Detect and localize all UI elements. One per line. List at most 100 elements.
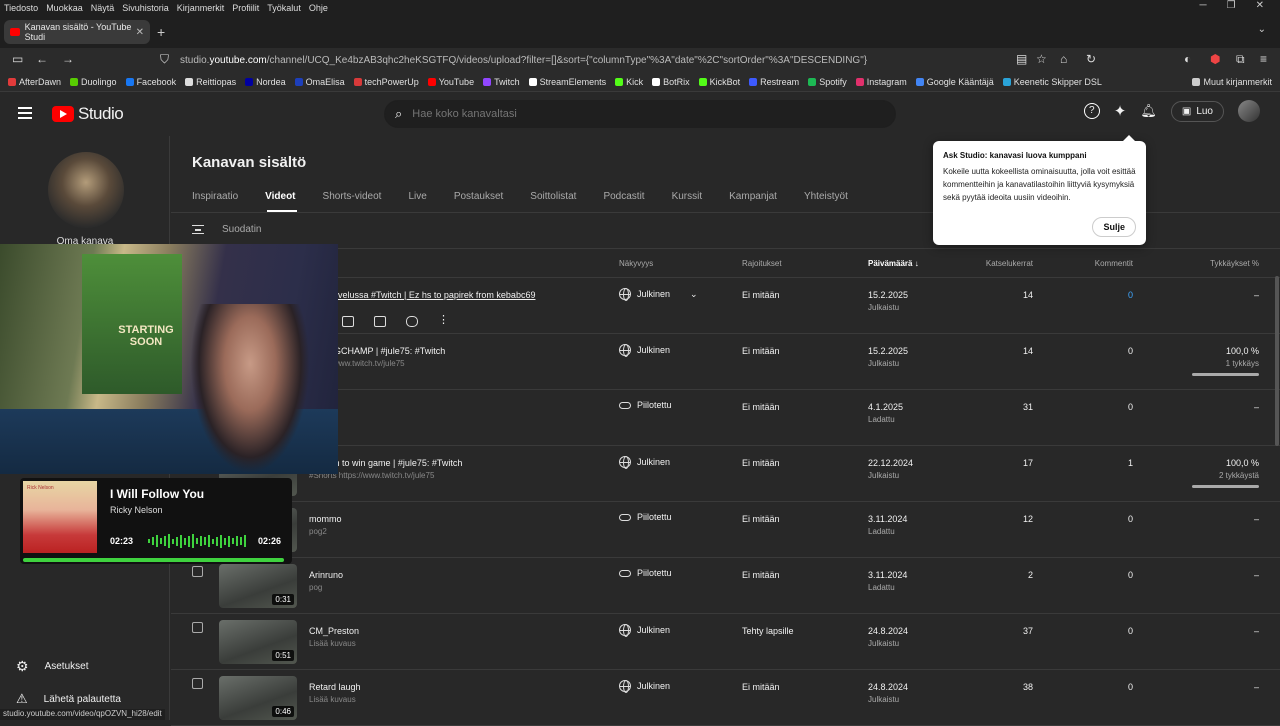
menu-item[interactable]: Muokkaa bbox=[46, 3, 83, 13]
bookmark[interactable]: AfterDawn bbox=[8, 77, 61, 87]
forward-icon[interactable]: → bbox=[62, 52, 74, 66]
visibility-cell[interactable]: Piilotettu bbox=[619, 512, 672, 522]
visibility-cell[interactable]: Piilotettu bbox=[619, 400, 672, 410]
channel-avatar[interactable] bbox=[48, 152, 124, 228]
menu-item[interactable]: Tiedosto bbox=[4, 3, 38, 13]
bookmark[interactable]: Spotify bbox=[808, 77, 847, 87]
extension-icon[interactable]: ◐ bbox=[1184, 52, 1191, 66]
bookmark[interactable]: KickBot bbox=[698, 77, 740, 87]
back-icon[interactable]: ← bbox=[36, 52, 48, 66]
table-row[interactable]: mommo pog2 Piilotettu Ei mitään 3.11.2024 Lad… bbox=[171, 502, 1280, 558]
tab-posts[interactable]: Postaukset bbox=[454, 191, 503, 202]
video-title[interactable]: mommo bbox=[309, 514, 342, 524]
bookmark[interactable]: Reittiopas bbox=[185, 77, 236, 87]
tab-inspiration[interactable]: Inspiraatio bbox=[192, 191, 238, 202]
video-thumbnail[interactable]: 0:31 bbox=[219, 564, 297, 608]
more-options-icon[interactable]: ⋮ bbox=[438, 315, 450, 327]
bookmark[interactable]: Restream bbox=[749, 77, 799, 87]
help-icon[interactable]: ? bbox=[1083, 103, 1100, 119]
menu-item[interactable]: Sivuhistoria bbox=[122, 3, 169, 13]
visibility-cell[interactable]: Piilotettu bbox=[619, 568, 672, 578]
bookmark[interactable]: Nordea bbox=[245, 77, 286, 87]
shield-icon[interactable]: ⛉ bbox=[160, 52, 169, 67]
tab-shorts[interactable]: Shorts-videot bbox=[323, 191, 382, 202]
comments-icon[interactable] bbox=[374, 316, 386, 327]
row-checkbox[interactable] bbox=[192, 678, 203, 689]
ublock-icon[interactable]: ⬢ bbox=[1210, 52, 1220, 66]
video-thumbnail[interactable]: 0:51 bbox=[219, 620, 297, 664]
visibility-cell[interactable]: Julkinen bbox=[619, 456, 670, 469]
tab-promotions[interactable]: Kampanjat bbox=[729, 191, 777, 202]
bookmark[interactable]: Instagram bbox=[855, 77, 907, 87]
menu-item[interactable]: Profiilit bbox=[232, 3, 259, 13]
create-button[interactable]: ▣ Luo bbox=[1170, 100, 1224, 122]
bookmark[interactable]: Keenetic Skipper DSL bbox=[1002, 77, 1102, 87]
youtube-play-icon[interactable] bbox=[406, 316, 418, 327]
video-title[interactable]: k23 palvelussa #Twitch | Ez hs to papire… bbox=[309, 290, 535, 300]
extensions-icon[interactable]: ⧉ bbox=[1236, 52, 1245, 67]
close-window-icon[interactable]: ✕ bbox=[1256, 0, 1264, 11]
analytics-icon[interactable] bbox=[342, 316, 354, 327]
bookmark[interactable]: techPowerUp bbox=[353, 77, 419, 87]
notifications-bell-icon[interactable]: 🔔︎ bbox=[1140, 103, 1157, 119]
column-likes[interactable]: Tykkäykset % bbox=[1181, 259, 1259, 268]
minimize-icon[interactable]: ─ bbox=[1200, 0, 1207, 11]
tab-videos[interactable]: Videot bbox=[265, 191, 295, 202]
filter-bar[interactable]: Suodatin bbox=[192, 224, 261, 235]
row-checkbox[interactable] bbox=[192, 566, 203, 577]
menu-item[interactable]: Ohje bbox=[309, 3, 328, 13]
search-bar[interactable]: ⌕ bbox=[384, 100, 896, 128]
tab-collaborations[interactable]: Yhteistyöt bbox=[804, 191, 848, 202]
column-date[interactable]: Päivämäärä ↓ bbox=[868, 259, 919, 268]
bookmark[interactable]: OmaElisa bbox=[294, 77, 345, 87]
tab-list-icon[interactable]: ⌄ bbox=[1258, 24, 1266, 35]
new-tab-icon[interactable]: + bbox=[157, 24, 165, 40]
bookmark[interactable]: StreamElements bbox=[528, 77, 606, 87]
menu-item[interactable]: Näytä bbox=[91, 3, 115, 13]
menu-item[interactable]: Kirjanmerkit bbox=[177, 3, 225, 13]
menu-item[interactable]: Työkalut bbox=[267, 3, 301, 13]
visibility-cell[interactable]: Julkinen ⌄ bbox=[619, 288, 698, 301]
video-title[interactable]: Retard laugh bbox=[309, 682, 361, 692]
tab-playlists[interactable]: Soittolistat bbox=[530, 191, 576, 202]
column-comments[interactable]: Kommentit bbox=[1061, 259, 1133, 268]
table-row[interactable]: 0:31 Arinruno pog Piilotettu Ei mitään 3.11.2… bbox=[171, 558, 1280, 614]
column-restrictions[interactable]: Rajoitukset bbox=[742, 259, 782, 268]
video-title[interactable]: Arinruno bbox=[309, 570, 343, 580]
bookmark-star-icon[interactable]: ☆ bbox=[1036, 52, 1047, 66]
table-row[interactable]: 0:51 CM_Preston Lisää kuvaus Julkinen Tehty … bbox=[171, 614, 1280, 670]
bookmark[interactable]: Google Kääntäjä bbox=[915, 77, 994, 87]
sidebar-toggle-icon[interactable]: ▭ bbox=[12, 52, 23, 66]
row-checkbox[interactable] bbox=[192, 622, 203, 633]
studio-logo[interactable]: Studio bbox=[52, 104, 124, 124]
bookmark[interactable]: Kick bbox=[615, 77, 643, 87]
reload-icon[interactable]: ↻ bbox=[1086, 52, 1096, 66]
bookmark[interactable]: Twitch bbox=[483, 77, 520, 87]
browser-tab[interactable]: Kanavan sisältö - YouTube Studi ✕ bbox=[4, 20, 150, 44]
other-bookmarks[interactable]: Muut kirjanmerkit bbox=[1192, 77, 1272, 87]
search-input[interactable] bbox=[412, 108, 853, 120]
visibility-cell[interactable]: Julkinen bbox=[619, 624, 670, 637]
reader-icon[interactable]: ▤ bbox=[1016, 52, 1027, 66]
visibility-cell[interactable]: Julkinen bbox=[619, 344, 670, 357]
close-tab-icon[interactable]: ✕ bbox=[136, 27, 144, 38]
address-bar[interactable]: studio. youtube.com/channel/UCQ_Ke4bzAB3q… bbox=[180, 50, 1000, 70]
column-visibility[interactable]: Näkyvyys bbox=[619, 259, 653, 268]
home-icon[interactable]: ⌂ bbox=[1060, 52, 1067, 66]
ask-studio-sparkle-icon[interactable]: ✦ bbox=[1114, 102, 1127, 120]
tab-live[interactable]: Live bbox=[408, 191, 426, 202]
tab-podcasts[interactable]: Podcastit bbox=[603, 191, 644, 202]
menu-icon[interactable]: ≡ bbox=[1260, 52, 1267, 66]
table-row[interactable]: 0:46 Retard laugh Lisää kuvaus Julkinen Ei m… bbox=[171, 670, 1280, 726]
bookmark[interactable]: Facebook bbox=[125, 77, 176, 87]
scrollbar[interactable] bbox=[1275, 276, 1279, 446]
bookmark[interactable]: Duolingo bbox=[70, 77, 117, 87]
maximize-icon[interactable]: ❐ bbox=[1227, 0, 1236, 11]
sidebar-item-feedback[interactable]: ⚠ Lähetä palautetta bbox=[16, 691, 121, 707]
bookmark[interactable]: YouTube bbox=[427, 77, 474, 87]
video-thumbnail[interactable]: 0:46 bbox=[219, 676, 297, 720]
account-avatar[interactable] bbox=[1238, 100, 1260, 122]
video-title[interactable]: CM_Preston bbox=[309, 626, 359, 636]
sidebar-item-settings[interactable]: ⚙ Asetukset bbox=[16, 658, 88, 675]
hamburger-menu-icon[interactable] bbox=[18, 107, 32, 119]
